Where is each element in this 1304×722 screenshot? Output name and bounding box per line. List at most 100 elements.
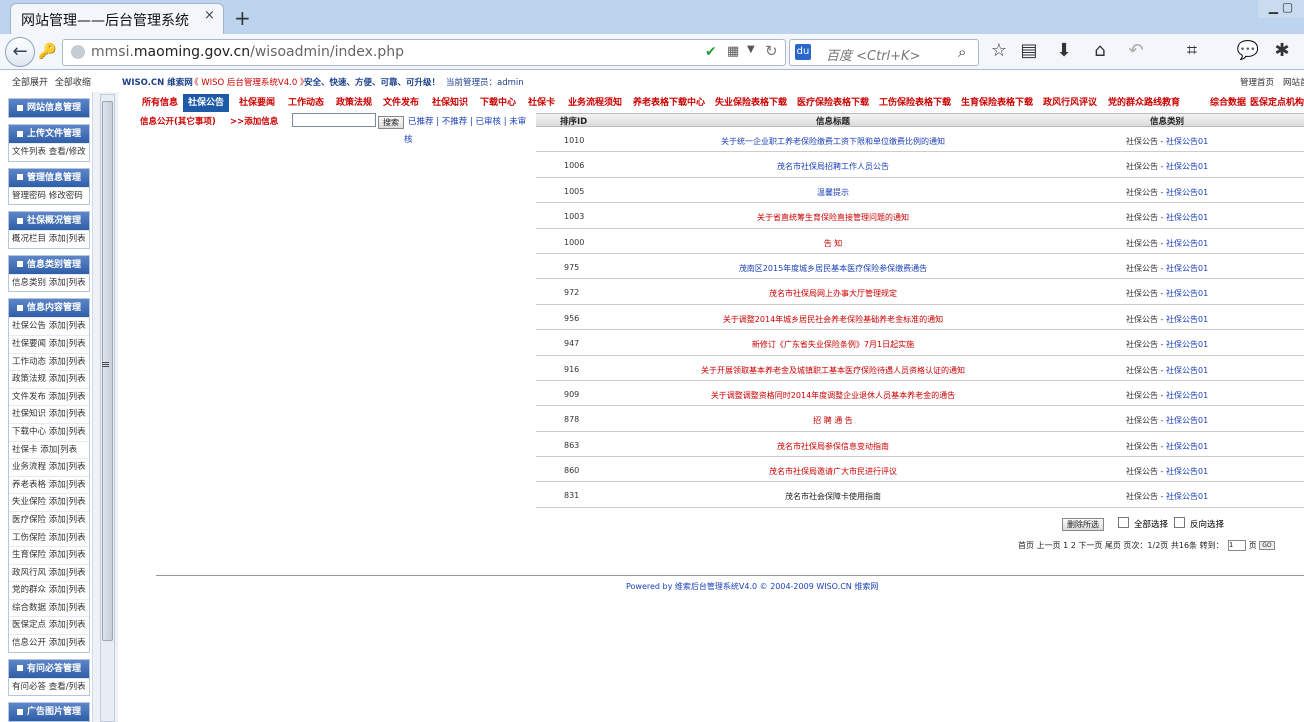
reload-icon[interactable]: ↻ [765,42,778,60]
row-title-link[interactable]: 茂名市社保局参保信息变动指南 [596,441,1070,452]
row-title-link[interactable]: 茂名市社保局网上办事大厅管理规定 [596,288,1070,299]
row-title-link[interactable]: 茂名市社会保障卡使用指南 [596,491,1070,502]
category-tab[interactable]: 医保定点机构 [1248,94,1304,112]
delete-selected-button[interactable]: 删除所选 [1062,518,1104,531]
row-title-link[interactable]: 关于调整调整资格同时2014年度调整企业退休人员基本养老金的通告 [596,390,1070,401]
row-category-link[interactable]: 社保公告01 [1166,340,1208,349]
row-title-link[interactable]: 告 知 [596,238,1070,249]
status-filters-wrap[interactable]: 核 [404,133,413,145]
select-all-checkbox[interactable] [1118,517,1129,528]
sidebar-section-header[interactable]: 广告图片管理 [9,703,89,722]
sidebar-item[interactable]: 养老表格 添加|列表 [9,475,89,494]
splitter-handle-icon[interactable]: ≡ [101,358,110,371]
row-title-link[interactable]: 关于调整2014年城乡居民社会养老保险基础养老金标准的通知 [596,314,1070,325]
category-tab[interactable]: 社保要闻 [237,94,277,112]
chevron-down-icon[interactable]: ▼ [747,44,755,55]
sidebar-item[interactable]: 党的群众 添加|列表 [9,581,89,599]
category-tab[interactable]: 综合数据 [1208,94,1248,112]
category-tab[interactable]: 医疗保险表格下载 [795,94,871,112]
sidebar-section-header[interactable]: 社保概况管理 [9,212,89,231]
row-category-link[interactable]: 社保公告01 [1166,264,1208,273]
category-tab[interactable]: 文件发布 [381,94,421,112]
row-category-link[interactable]: 社保公告01 [1166,442,1208,451]
row-title-link[interactable]: 招 聘 通 告 [596,415,1070,426]
row-title-link[interactable]: 温馨提示 [596,187,1070,198]
sidebar-item[interactable]: 文件发布 添加|列表 [9,387,89,406]
sidebar-item[interactable]: 管理密码 修改密码 [9,186,89,205]
address-bar[interactable]: mmsi.maoming.gov.cn/wisoadmin/index.php … [62,39,786,66]
row-category-link[interactable]: 社保公告01 [1166,213,1208,222]
row-title-link[interactable]: 关于统一企业职工养老保险缴费工资下限和单位缴费比例的通知 [596,136,1070,147]
row-title-link[interactable]: 新修订《广东省失业保险条例》7月1日起实施 [596,339,1070,350]
row-category-link[interactable]: 社保公告01 [1166,492,1208,501]
sidebar-item[interactable]: 概况栏目 添加|列表 [9,230,89,248]
sidebar-section-header[interactable]: 信息内容管理 [9,299,89,318]
sidebar-item[interactable]: 社保卡 添加|列表 [9,440,89,459]
qr-code-icon[interactable]: ▦ [727,44,739,59]
row-category-link[interactable]: 社保公告01 [1166,239,1208,248]
category-tab[interactable]: 政策法规 [334,94,374,112]
go-button[interactable]: GO [1259,541,1275,550]
sidebar-item[interactable]: 综合数据 添加|列表 [9,598,89,617]
back-button[interactable]: ← [5,37,35,67]
shield-icon[interactable]: ✔ [705,44,717,60]
search-icon[interactable]: ⌕ [958,43,966,61]
row-category-link[interactable]: 社保公告01 [1166,315,1208,324]
row-category-link[interactable]: 社保公告01 [1166,137,1208,146]
sidebar-item[interactable]: 工伤保险 添加|列表 [9,528,89,547]
invert-select-checkbox[interactable] [1174,517,1185,528]
new-tab-button[interactable]: + [234,6,251,30]
admin-home-link[interactable]: 管理首页 [1240,76,1274,88]
sidebar-section-header[interactable]: 有问必答管理 [9,659,89,678]
row-title-link[interactable]: 茂南区2015年度城乡居民基本医疗保险参保缴费通告 [596,263,1070,274]
chat-icon[interactable]: 💬 [1236,40,1260,61]
sidebar-scrollbar[interactable] [100,94,115,722]
category-tab[interactable]: 下载中心 [478,94,518,112]
site-home-link[interactable]: 网站首 [1283,76,1304,88]
status-filters[interactable]: 已推荐 | 不推荐 | 已审核 | 未审 [408,115,526,127]
row-category-link[interactable]: 社保公告01 [1166,289,1208,298]
sidebar-item[interactable]: 政策法规 添加|列表 [9,370,89,388]
crop-icon[interactable]: ⌗ [1180,40,1204,61]
sidebar-item[interactable]: 政风行风 添加|列表 [9,563,89,582]
sidebar-section-header[interactable]: 网站信息管理 [9,99,89,117]
category-tab[interactable]: 党的群众路线教育 [1106,94,1182,112]
baidu-icon[interactable]: du [795,44,811,60]
sidebar-item[interactable]: 下载中心 添加|列表 [9,422,89,441]
sidebar-item[interactable]: 文件列表 查看/修改 [9,143,89,161]
category-tab[interactable]: 失业保险表格下载 [713,94,789,112]
category-tab[interactable]: 社保卡 [526,94,557,112]
sidebar-item[interactable]: 医保定点 添加|列表 [9,616,89,634]
category-tab[interactable]: 生育保险表格下载 [959,94,1035,112]
category-tab[interactable]: 所有信息 [140,94,180,112]
sidebar-item[interactable]: 信息公开 添加|列表 [9,634,89,652]
keyword-input[interactable] [292,113,376,127]
reading-list-icon[interactable]: ▤ [1017,40,1041,61]
sidebar-section-header[interactable]: 信息类别管理 [9,255,89,274]
sidebar-section-header[interactable]: 上传文件管理 [9,125,89,143]
sidebar-item[interactable]: 信息类别 添加|列表 [9,273,89,292]
category-tab[interactable]: 工作动态 [286,94,326,112]
window-controls[interactable]: ▁ ▢ [1258,0,1304,18]
row-title-link[interactable]: 茂名市社保局招聘工作人员公告 [596,161,1070,172]
row-category-link[interactable]: 社保公告01 [1166,467,1208,476]
row-title-link[interactable]: 关于开展领取基本养老金及城镇职工基本医疗保险待遇人员资格认证的通知 [596,365,1070,376]
browser-tab[interactable]: 网站管理——后台管理系统 [10,3,224,34]
category-tab[interactable]: 养老表格下载中心 [631,94,707,112]
row-category-link[interactable]: 社保公告01 [1166,188,1208,197]
page-jump-input[interactable] [1228,540,1247,551]
row-category-link[interactable]: 社保公告01 [1166,416,1208,425]
row-title-link[interactable]: 茂名市社保局邀请广大市民进行评议 [596,466,1070,477]
pager-text[interactable]: 首页 上一页 1 2 下一页 尾页 页次：1/2页 共16条 转到： [1018,541,1224,550]
extension-icon[interactable]: ✱ [1270,40,1294,61]
expand-all-link[interactable]: 全部展开 [12,78,48,88]
row-category-link[interactable]: 社保公告01 [1166,391,1208,400]
scrollbar-thumb[interactable] [102,101,113,641]
sidebar-item[interactable]: 工作动态 添加|列表 [9,352,89,371]
sidebar-item[interactable]: 社保知识 添加|列表 [9,405,89,423]
bookmark-star-icon[interactable]: ☆ [987,40,1011,61]
collapse-all-link[interactable]: 全部收缩 [55,78,91,88]
sidebar-item[interactable]: 社保要闻 添加|列表 [9,334,89,353]
row-category-link[interactable]: 社保公告01 [1166,162,1208,171]
add-info-link[interactable]: >>添加信息 [230,115,278,127]
